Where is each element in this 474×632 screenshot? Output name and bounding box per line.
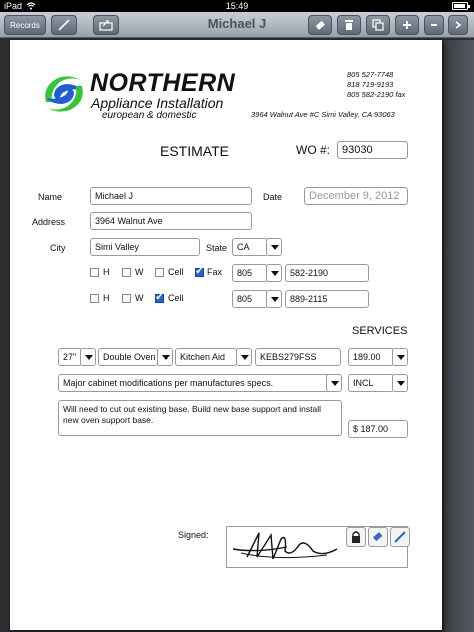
company-address: 3964 Walnut Ave #C Simi Valley, CA 93063 [251, 110, 395, 119]
next-button[interactable] [448, 15, 468, 35]
area-code-field-2[interactable]: 805 [232, 290, 268, 308]
signed-label: Signed: [178, 530, 209, 540]
export-icon [99, 20, 113, 31]
fax-label-1: Fax [207, 267, 223, 277]
size-dropdown[interactable] [80, 348, 96, 366]
work-checkbox-2[interactable] [122, 294, 131, 303]
price-field[interactable]: 189.00 [348, 348, 394, 366]
wo-number-field[interactable]: 93030 [337, 141, 408, 159]
state-label: State [206, 243, 228, 253]
date-field[interactable]: December 9, 2012 [304, 187, 408, 205]
brand-dropdown[interactable] [236, 348, 252, 366]
phone-number-field-1[interactable]: 582-2190 [285, 264, 369, 282]
work-checkbox-1[interactable] [122, 268, 131, 277]
battery-icon [452, 2, 470, 10]
lock-icon [352, 531, 360, 543]
price-dropdown[interactable] [392, 348, 408, 366]
address-field[interactable]: 3964 Walnut Ave [90, 212, 252, 230]
state-dropdown[interactable] [266, 238, 282, 256]
lock-signature-button[interactable] [346, 527, 366, 547]
records-button[interactable]: Records [4, 15, 46, 35]
eraser-icon [315, 20, 325, 30]
records-label: Records [10, 20, 40, 30]
state-field[interactable]: CA [232, 238, 268, 256]
company-name: NORTHERN [90, 69, 236, 97]
notes-textarea[interactable]: Will need to cut out existing base. Buil… [58, 400, 342, 436]
area-code-dropdown-2[interactable] [266, 290, 282, 308]
area-code-dropdown-1[interactable] [266, 264, 282, 282]
appliance-field[interactable]: Double Oven [98, 348, 158, 366]
company-logo-icon [45, 76, 83, 112]
form-heading: ESTIMATE [160, 143, 229, 159]
toolbar: Records Michael J [0, 12, 474, 38]
edit-pen-button[interactable] [51, 15, 77, 35]
company-subtagline: european & domestic [102, 110, 197, 121]
background-strip [444, 40, 474, 632]
company-fax: 805 582-2190 fax [347, 90, 406, 99]
total-field[interactable]: $ 187.00 [348, 420, 408, 438]
work-description-field[interactable]: Major cabinet modifications per manufact… [58, 374, 330, 392]
services-label: SERVICES [352, 325, 408, 337]
company-phone-2: 818 719-9193 [347, 80, 394, 89]
pen-icon [58, 19, 70, 31]
eraser-icon [373, 532, 383, 542]
minus-icon [431, 24, 437, 26]
export-button[interactable] [93, 15, 119, 35]
home-label-1: H [103, 267, 110, 277]
signature-drawing [232, 532, 338, 560]
estimate-form: NORTHERN Appliance Installation european… [10, 40, 442, 630]
fax-checkbox-1[interactable] [195, 264, 204, 277]
area-code-field-1[interactable]: 805 [232, 264, 268, 282]
clock: 15:49 [225, 1, 249, 11]
add-button[interactable] [395, 15, 419, 35]
name-label: Name [38, 192, 63, 202]
size-field[interactable]: 27" [58, 348, 82, 366]
work-label-2: W [135, 293, 144, 303]
address-label: Address [32, 217, 66, 227]
copy-icon [372, 19, 384, 31]
date-label: Date [263, 192, 283, 202]
work-description-dropdown[interactable] [326, 374, 342, 392]
company-tagline: Appliance Installation [91, 95, 224, 111]
city-label: City [50, 243, 66, 253]
model-field[interactable]: KEBS279FSS [255, 348, 341, 366]
name-field[interactable]: Michael J [90, 187, 252, 205]
previous-button[interactable] [424, 15, 444, 35]
work-price-dropdown[interactable] [392, 374, 408, 392]
plus-icon [403, 21, 411, 29]
trash-icon [345, 20, 353, 30]
work-label-1: W [135, 267, 144, 277]
document-title: Michael J [207, 16, 267, 31]
home-checkbox-1[interactable] [90, 268, 99, 277]
trash-button[interactable] [337, 15, 361, 35]
work-price-field[interactable]: INCL [348, 374, 394, 392]
chevron-right-icon [455, 21, 462, 29]
city-field[interactable]: Simi Valley [90, 238, 200, 256]
draw-signature-button[interactable] [390, 527, 410, 547]
phone-number-field-2[interactable]: 889-2115 [285, 290, 369, 308]
appliance-dropdown[interactable] [157, 348, 173, 366]
cell-checkbox-2[interactable] [155, 290, 164, 303]
home-label-2: H [103, 293, 110, 303]
pen-icon [394, 531, 406, 543]
cell-checkbox-1[interactable] [155, 268, 164, 277]
duplicate-button[interactable] [366, 15, 390, 35]
status-bar: iPad 15:49 [0, 0, 474, 12]
home-checkbox-2[interactable] [90, 294, 99, 303]
wo-label: WO #: [296, 143, 331, 157]
eraser-button[interactable] [308, 15, 332, 35]
company-phone-1: 805 527-7748 [347, 70, 394, 79]
cell-label-1: Cell [168, 267, 184, 277]
cell-label-2: Cell [168, 293, 184, 303]
clear-signature-button[interactable] [368, 527, 388, 547]
brand-field[interactable]: Kitchen Aid [175, 348, 237, 366]
